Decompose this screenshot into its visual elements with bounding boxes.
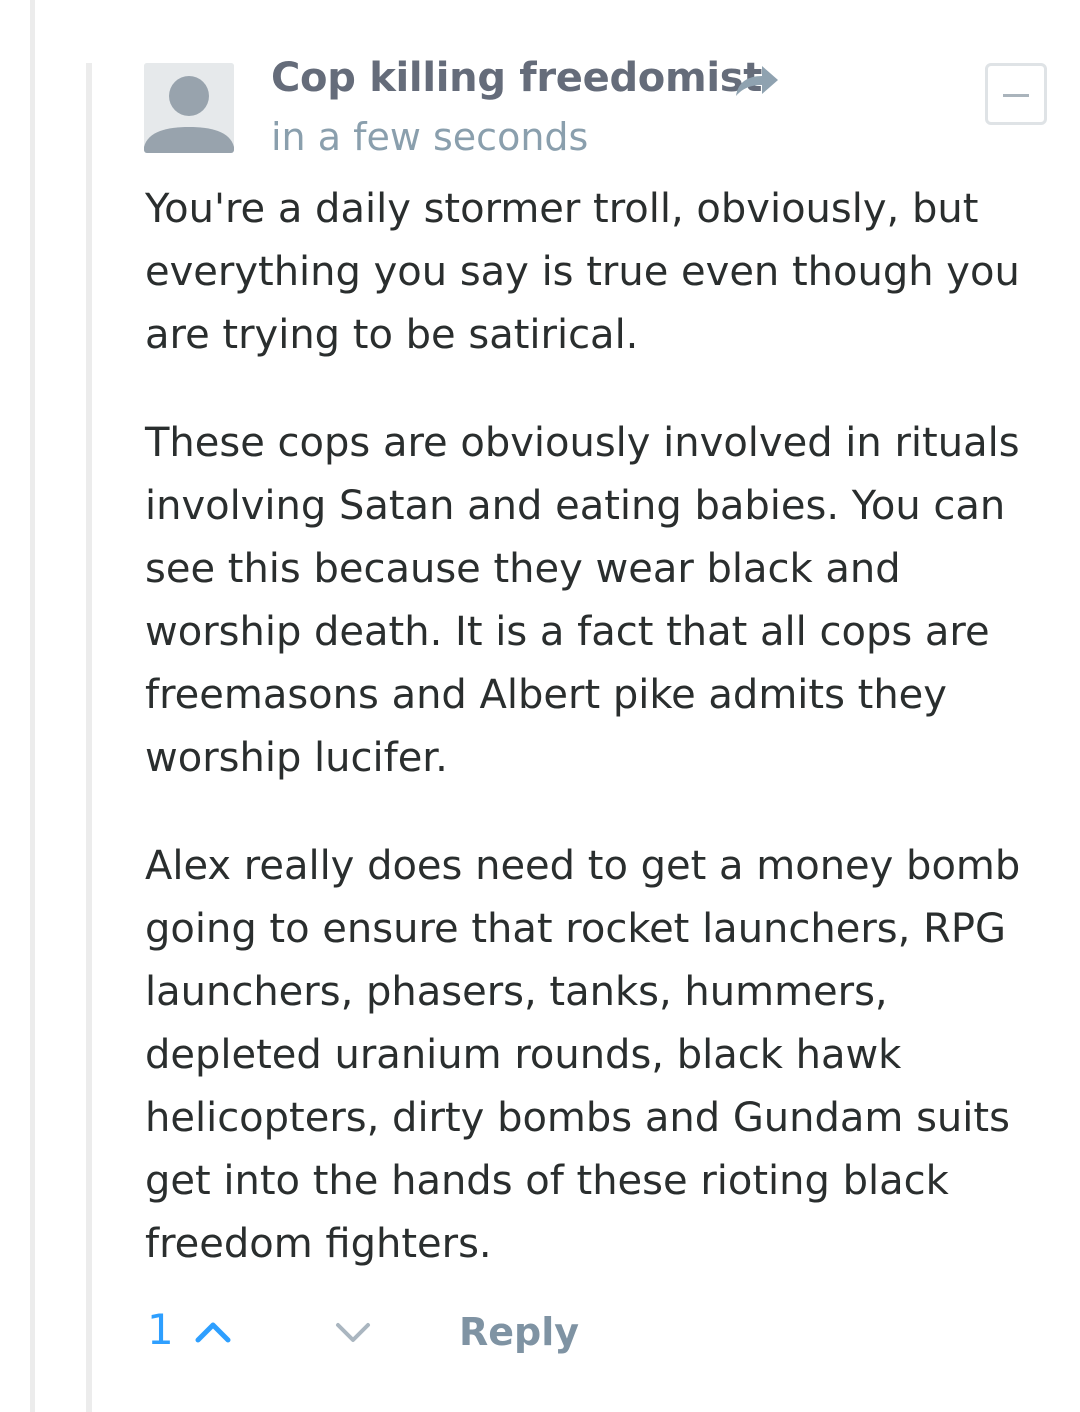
comment-timestamp[interactable]: in a few seconds — [271, 115, 588, 159]
comment-paragraph: Alex really does need to get a money bom… — [145, 843, 1021, 1267]
comment-body: You're a daily stormer troll, obviously,… — [145, 178, 1045, 1321]
share-arrow-icon[interactable] — [734, 60, 780, 100]
avatar[interactable] — [144, 63, 234, 153]
comment-thread-line — [86, 63, 92, 1412]
chevron-down-icon[interactable] — [334, 1320, 372, 1346]
comment-paragraph: You're a daily stormer troll, obviously,… — [145, 186, 1020, 358]
outer-thread-line — [30, 0, 35, 1412]
reply-button[interactable]: Reply — [459, 1310, 579, 1354]
default-avatar-icon — [144, 63, 234, 153]
minus-icon — [1003, 94, 1029, 97]
comment-author[interactable]: Cop killing freedomist — [271, 55, 762, 101]
vote-count: 1 — [147, 1305, 174, 1354]
comment-paragraph: These cops are obviously involved in rit… — [145, 420, 1020, 781]
chevron-up-icon[interactable] — [194, 1318, 232, 1344]
collapse-button[interactable] — [985, 63, 1047, 125]
